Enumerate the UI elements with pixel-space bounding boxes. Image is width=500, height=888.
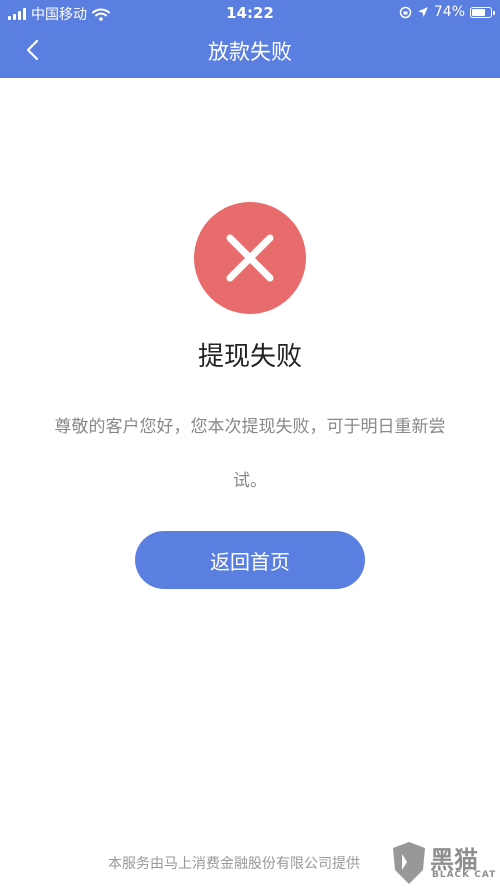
footer-provider-text: 本服务由马上消费金融股份有限公司提供 bbox=[108, 856, 360, 872]
status-right: 74% bbox=[399, 4, 495, 20]
battery-label: 74% bbox=[433, 4, 465, 20]
location-icon bbox=[417, 7, 428, 17]
page-title: 放款失败 bbox=[208, 40, 292, 64]
battery-fill bbox=[472, 8, 486, 16]
status-bar: 中国移动 14:22 74% bbox=[0, 0, 500, 26]
battery-icon bbox=[470, 6, 495, 18]
watermark-subtext: BLACK CAT bbox=[432, 870, 497, 880]
close-icon bbox=[226, 234, 274, 282]
result-message: 尊敬的客户您好，您本次提现失败，可于明日重新尝试。 bbox=[54, 417, 446, 491]
return-home-button[interactable]: 返回首页 bbox=[135, 531, 365, 589]
app-header: 中国移动 14:22 74% 放款失败 bbox=[0, 0, 500, 78]
failure-status-icon bbox=[194, 202, 306, 314]
result-title: 提现失败 bbox=[197, 342, 302, 372]
blackcat-watermark: 黑猫 BLACK CAT bbox=[390, 838, 500, 888]
orientation-lock-icon bbox=[399, 6, 412, 18]
cat-shield-icon bbox=[393, 842, 425, 884]
